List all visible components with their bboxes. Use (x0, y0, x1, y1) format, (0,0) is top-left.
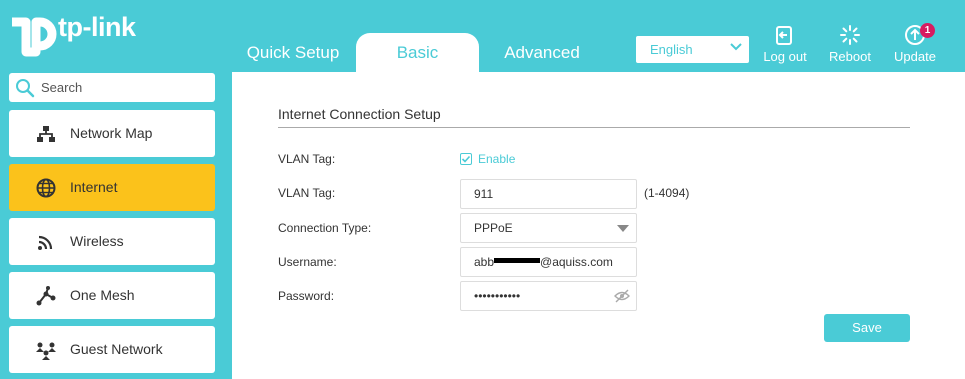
vlan-enable-text: Enable (478, 152, 516, 166)
tab-basic[interactable]: Basic (356, 33, 479, 72)
connection-type-label: Connection Type: (278, 221, 372, 235)
guest-network-icon (36, 342, 56, 360)
username-value-prefix: abb (474, 255, 495, 269)
globe-icon (36, 178, 56, 198)
sidebar-item-one-mesh[interactable]: One Mesh (9, 272, 215, 319)
vlan-enable-label: VLAN Tag: (278, 152, 336, 166)
username-input[interactable]: abb @aquiss.com (460, 247, 637, 277)
search-icon (16, 79, 35, 98)
network-map-icon (37, 126, 55, 142)
checkbox-checked-icon (460, 153, 472, 165)
username-value-suffix: @aquiss.com (540, 255, 613, 269)
vlan-tag-label: VLAN Tag: (278, 186, 336, 200)
chevron-down-icon (730, 43, 742, 51)
sidebar-item-label: Wireless (70, 233, 124, 249)
sidebar-item-label: Network Map (70, 125, 153, 141)
update-label: Update (894, 49, 936, 64)
update-count-badge: 1 (920, 23, 935, 38)
tab-quick-setup[interactable]: Quick Setup (232, 33, 354, 72)
language-value: English (650, 42, 693, 57)
password-value: ••••••••••• (474, 289, 521, 303)
reboot-label: Reboot (829, 49, 871, 64)
sidebar-item-guest-network[interactable]: Guest Network (9, 326, 215, 373)
sidebar-item-label: Internet (70, 179, 118, 195)
sidebar-item-label: One Mesh (70, 287, 135, 303)
connection-type-value: PPPoE (474, 221, 513, 235)
brand-name: tp-link (58, 12, 136, 42)
sidebar-item-internet[interactable]: Internet (9, 164, 215, 211)
sidebar-item-wireless[interactable]: Wireless (9, 218, 215, 265)
logout-label: Log out (763, 49, 807, 64)
vlan-tag-range-hint: (1-4094) (644, 186, 690, 200)
vlan-tag-value: 911 (474, 187, 494, 201)
dropdown-caret-icon (617, 225, 629, 232)
eye-off-icon[interactable] (614, 289, 630, 303)
vlan-tag-input[interactable]: 911 (460, 179, 637, 209)
sidebar-item-network-map[interactable]: Network Map (9, 110, 215, 157)
main-panel: Internet Connection Setup VLAN Tag: Enab… (232, 72, 965, 379)
vlan-enable-checkbox[interactable]: Enable (460, 152, 515, 166)
save-button[interactable]: Save (824, 314, 910, 342)
tp-link-logo-mark (12, 17, 57, 57)
search-input[interactable]: Search (9, 73, 215, 102)
password-label: Password: (278, 289, 335, 303)
tab-advanced[interactable]: Advanced (481, 33, 603, 72)
language-select[interactable]: English (636, 36, 749, 63)
sidebar-item-label: Guest Network (70, 341, 163, 357)
logout-button[interactable]: Log out (755, 24, 815, 64)
reboot-icon (840, 25, 860, 45)
reboot-button[interactable]: Reboot (820, 24, 880, 64)
section-divider (278, 127, 910, 128)
redaction-bar (494, 258, 541, 263)
mesh-icon (36, 286, 56, 306)
password-input[interactable]: ••••••••••• (460, 281, 637, 311)
search-placeholder: Search (41, 80, 83, 95)
username-label: Username: (278, 255, 337, 269)
section-title: Internet Connection Setup (278, 106, 441, 122)
wireless-icon (38, 235, 53, 250)
logout-icon (776, 26, 792, 45)
connection-type-select[interactable]: PPPoE (460, 213, 637, 243)
update-button[interactable]: Update 1 (885, 23, 945, 64)
